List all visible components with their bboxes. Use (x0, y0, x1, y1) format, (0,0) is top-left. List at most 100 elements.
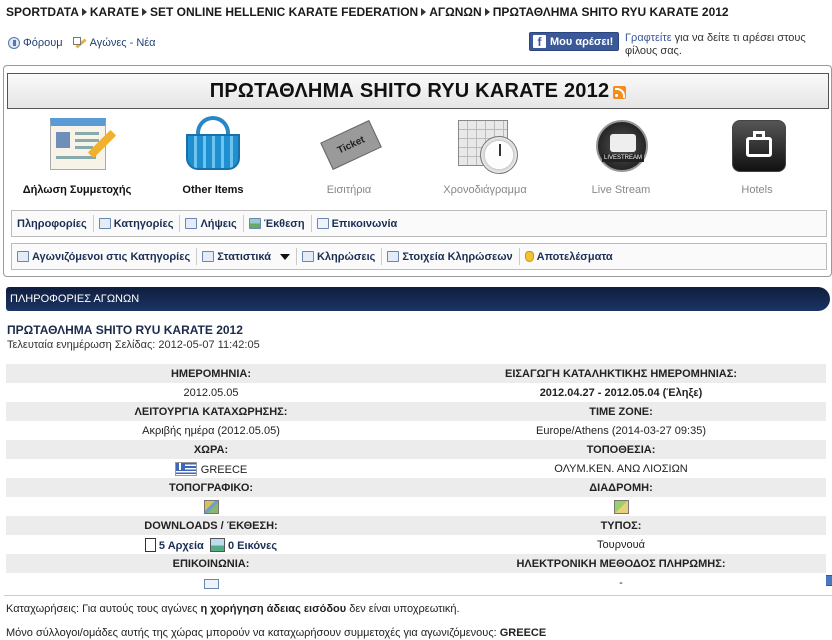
breadcrumb: SPORTDATA KARATE SET ONLINE HELLENIC KARAT… (6, 5, 729, 19)
menu-categories[interactable]: Κατηγορίες (94, 215, 181, 232)
forum-link[interactable]: Φόρουμ (8, 37, 63, 49)
menu-downloads-label: Λήψεις (200, 217, 237, 230)
menu-contact-label: Επικοινωνία (331, 217, 398, 230)
registration-mode-label: ΛΕΙΤΟΥΡΓΙΑ ΚΑΤΑΧΩΡΗΣΗΣ: (6, 402, 416, 421)
mail-icon (316, 218, 329, 229)
livestream-tv-icon: LIVESTREAM (586, 112, 656, 178)
section-title: ΠΛΗΡΟΦΟΡΙΕΣ ΑΓΩΝΩΝ (10, 293, 140, 305)
facebook-like-label: Μου αρέσει! (550, 35, 614, 48)
route-cell (416, 497, 826, 516)
page-title: ΠΡΩΤΑΘΛΗΜΑ SHITO RYU KARATE 2012 (209, 79, 610, 102)
menu-draw-data-label: Στοιχεία Κληρώσεων (402, 250, 513, 263)
deadline-label: ΕΙΣΑΓΩΓΗ ΚΑΤΑΛΗΚΤΙΚΗΣ ΗΜΕΡΟΜΗΝΙΑΣ: (416, 364, 826, 383)
menu-categories-label: Κατηγορίες (113, 217, 174, 230)
livestream-label: Live Stream (591, 184, 651, 196)
page-title-bar: ΠΡΩΤΑΘΛΗΜΑ SHITO RYU KARATE 2012 (7, 73, 829, 109)
divider (4, 595, 832, 596)
breadcrumb-sportdata[interactable]: SPORTDATA (6, 5, 79, 19)
country-cell: GREECE (6, 459, 416, 478)
menu-info[interactable]: Πληροφορίες (12, 215, 832, 586)
registration-label: Δήλωση Συμμετοχής (22, 184, 132, 196)
menu-exhibition[interactable]: Έκθεση (244, 215, 312, 232)
draws-icon (301, 251, 314, 262)
route-icon[interactable] (613, 499, 629, 514)
menu-row-secondary: Αγωνιζόμενοι στις Κατηγορίες Στατιστικά … (11, 243, 827, 270)
competitors-icon (17, 251, 29, 262)
registration-form-icon (42, 112, 117, 178)
livestream-item: LIVESTREAM Live Stream (561, 112, 681, 196)
news-link[interactable]: Αγώνες - Νέα (72, 37, 156, 49)
suitcase-icon (722, 112, 792, 178)
mail-icon[interactable] (203, 578, 219, 589)
menu-downloads[interactable]: Λήψεις (180, 215, 244, 232)
feature-icons: Δήλωση Συμμετοχής Other Items Ticket Εισ… (0, 112, 832, 202)
breadcrumb-events[interactable]: ΑΓΩΝΩΝ (429, 5, 481, 19)
statistics-icon (202, 251, 215, 262)
tickets-item: Ticket Εισιτήρια (289, 112, 409, 196)
basket-icon (178, 112, 248, 178)
note2-pre: Μόνο σύλλογοι/ομάδες αυτής της χώρας μπο… (6, 627, 500, 639)
map-icon[interactable] (203, 499, 219, 514)
news-label: Αγώνες - Νέα (89, 37, 156, 49)
location-value: ΟΛΥΜ.ΚΕΝ. ΑΝΩ ΛΙΟΣΙΩΝ (416, 459, 826, 478)
file-icon (144, 537, 156, 552)
route-label: ΔΙΑΔΡΟΜΗ: (416, 478, 826, 497)
menu-draw-data[interactable]: Στοιχεία Κληρώσεων (382, 248, 520, 265)
menu-competitors[interactable]: Αγωνιζόμενοι στις Κατηγορίες (12, 248, 198, 265)
medal-icon (524, 251, 534, 262)
files-link[interactable]: 5 Αρχεία (159, 540, 204, 552)
document-icon (185, 218, 198, 229)
images-link[interactable]: 0 Εικόνες (228, 540, 277, 552)
schedule-label: Χρονοδιάγραμμα (443, 184, 527, 196)
other-items-label: Other Items (182, 184, 244, 196)
breadcrumb-arrow-icon (81, 8, 87, 17)
downloads-cell: 5 Αρχεία 0 Εικόνες (6, 535, 416, 554)
hotels-item: Hotels (697, 112, 817, 196)
facebook-icon: f (533, 35, 546, 49)
categories-icon (98, 218, 111, 229)
section-header: ΠΛΗΡΟΦΟΡΙΕΣ ΑΓΩΝΩΝ (6, 287, 830, 311)
facebook-text: Γραφτείτε για να δείτε τι αρέσει στους φ… (625, 32, 825, 58)
contact-cell (6, 573, 416, 592)
registration-note: Καταχωρήσεις: Για αυτούς τους αγώνες η χ… (6, 603, 460, 615)
forum-label: Φόρουμ (23, 37, 63, 49)
topo-cell (6, 497, 416, 516)
menu-statistics-label: Στατιστικά (217, 250, 271, 263)
chevron-down-icon[interactable] (279, 253, 290, 260)
facebook-like-button[interactable]: f Μου αρέσει! (529, 32, 619, 51)
country-restriction-note: Μόνο σύλλογοι/ομάδες αυτής της χώρας μπο… (6, 627, 546, 639)
breadcrumb-karate[interactable]: KARATE (90, 5, 139, 19)
rss-icon[interactable] (613, 86, 627, 99)
menu-exhibition-label: Έκθεση (263, 217, 305, 230)
facebook-signup-link[interactable]: Γραφτείτε (625, 32, 672, 44)
registration-mode-value: Ακριβής ημέρα (2012.05.05) (6, 421, 416, 440)
timezone-label: TIME ZONE: (416, 402, 826, 421)
country-value: GREECE (200, 463, 248, 476)
breadcrumb-federation[interactable]: SET ONLINE HELLENIC KARATE FEDERATION (150, 5, 418, 19)
other-items-item[interactable]: Other Items (153, 112, 273, 196)
tickets-label: Εισιτήρια (326, 184, 372, 196)
timezone-value: Europe/Athens (2014-03-27 09:35) (416, 421, 826, 440)
type-value: Τουρνουά (416, 535, 826, 554)
draw-data-icon (387, 251, 400, 262)
contact-label: ΕΠΙΚΟΙΝΩΝΙΑ: (6, 554, 416, 573)
menu-statistics[interactable]: Στατιστικά (197, 248, 297, 265)
type-label: ΤΥΠΟΣ: (416, 516, 826, 535)
schedule-item: Χρονοδιάγραμμα (425, 112, 545, 196)
note1-bold: η χορήγηση άδειας εισόδου (200, 603, 347, 615)
top-links: Φόρουμ Αγώνες - Νέα (8, 37, 156, 49)
greece-flag-icon (174, 461, 197, 476)
registration-item[interactable]: Δήλωση Συμμετοχής (17, 112, 137, 196)
payment-label: ΗΛΕΚΤΡΟΝΙΚΗ ΜΕΘΟΔΟΣ ΠΛΗΡΩΜΗΣ: (416, 554, 826, 573)
note1-pre: Καταχωρήσεις: Για αυτούς τους αγώνες (6, 603, 201, 615)
date-label: ΗΜΕΡΟΜΗΝΙΑ: (6, 364, 416, 383)
breadcrumb-arrow-icon (484, 8, 490, 17)
menu-contact[interactable]: Επικοινωνία (312, 215, 404, 232)
breadcrumb-arrow-icon (142, 8, 147, 17)
schedule-clock-icon (450, 112, 520, 178)
menu-results-label: Αποτελέσματα (536, 250, 613, 263)
menu-draws[interactable]: Κληρώσεις (297, 248, 383, 265)
event-name: ΠΡΩΤΑΘΛΗΜΑ SHITO RYU KARATE 2012 (7, 323, 243, 337)
menu-results[interactable]: Αποτελέσματα (520, 248, 619, 265)
forum-icon (8, 37, 20, 49)
